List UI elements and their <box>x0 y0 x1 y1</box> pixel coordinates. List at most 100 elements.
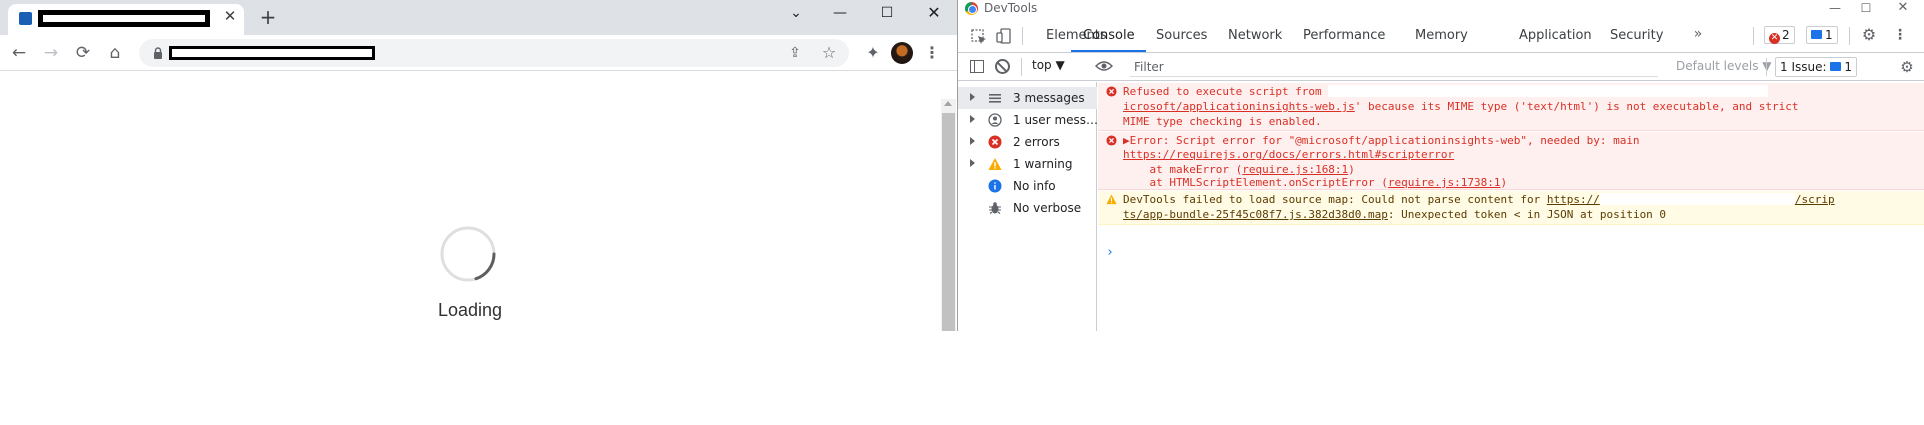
favicon-icon <box>19 12 32 25</box>
tab-title-redacted <box>38 10 210 27</box>
expand-caret-icon[interactable] <box>970 137 975 145</box>
info-icon <box>988 179 1002 193</box>
issue-icon <box>1830 62 1842 71</box>
tab-memory[interactable]: Memory <box>1415 28 1468 43</box>
sidebar-item-info[interactable]: No info <box>958 175 1097 197</box>
chrome-menu-icon[interactable]: ⋮ <box>924 41 940 65</box>
console-error-message[interactable]: ▶Error: Script error for "@microsoft/app… <box>1098 132 1924 190</box>
sidebar-item-errors[interactable]: 2 errors <box>958 131 1097 153</box>
message-count: 1 <box>1825 28 1833 42</box>
live-expression-eye-icon[interactable] <box>1095 60 1113 72</box>
toolbar-divider <box>1022 27 1023 45</box>
devtools-menu-icon[interactable]: ⋮ <box>1893 26 1907 44</box>
message-line: ▶Error: Script error for "@microsoft/app… <box>1123 134 1640 147</box>
sidebar-item-warnings[interactable]: 1 warning <box>958 153 1097 175</box>
back-arrow-icon[interactable]: ← <box>7 41 31 65</box>
page-scrollbar[interactable] <box>941 99 956 331</box>
tab-search-icon[interactable]: ⌄ <box>776 0 816 30</box>
lock-icon[interactable] <box>151 46 165 60</box>
browser-window: ✕ + ⌄ — ☐ ✕ ← → ⟳ ⌂ ⇪ ☆ ✦ ⋮ Loading <box>0 0 957 331</box>
new-tab-button[interactable]: + <box>256 6 280 30</box>
url-redacted <box>169 46 375 60</box>
page-viewport: Loading <box>0 71 957 331</box>
stack-frame: at makeError (require.js:168:1) <box>1123 163 1354 176</box>
sidebar-toggle-icon[interactable] <box>970 60 984 73</box>
context-selector[interactable]: top ▼ <box>1032 58 1065 72</box>
chrome-logo-icon <box>965 2 978 15</box>
error-count-badge[interactable]: ✕ 2 <box>1764 26 1795 44</box>
inspect-element-icon[interactable] <box>971 29 987 45</box>
close-window-button[interactable]: ✕ <box>914 0 954 30</box>
tab-network[interactable]: Network <box>1228 28 1282 43</box>
message-text: at HTMLScriptElement.onScriptError ( <box>1123 176 1388 189</box>
expand-caret-icon[interactable] <box>970 159 975 167</box>
loading-spinner-icon <box>440 226 496 282</box>
clear-console-icon[interactable] <box>995 59 1010 74</box>
console-messages: Refused to execute script from icrosoft/… <box>1098 82 1924 331</box>
sidebar-item-verbose[interactable]: No verbose <box>958 197 1097 219</box>
address-bar[interactable]: ⇪ ☆ <box>139 39 849 67</box>
toolbar-divider <box>1849 27 1850 45</box>
tab-console[interactable]: Console <box>1083 28 1135 43</box>
filter-input[interactable] <box>1130 57 1658 77</box>
reload-icon[interactable]: ⟳ <box>71 41 95 65</box>
message-text: ) <box>1500 176 1508 189</box>
devtools-maximize-button[interactable]: ☐ <box>1851 0 1881 18</box>
bug-icon <box>989 202 1001 214</box>
sidebar-item-user-messages[interactable]: 1 user mess… <box>958 109 1097 131</box>
message-count-badge[interactable]: 1 <box>1806 26 1838 44</box>
profile-avatar[interactable] <box>891 42 913 64</box>
scroll-up-arrow-icon[interactable] <box>944 101 952 106</box>
tab-sources[interactable]: Sources <box>1156 28 1207 43</box>
sidebar-item-messages[interactable]: 3 messages <box>958 87 1097 109</box>
warning-icon <box>988 158 1002 170</box>
console-warning-message[interactable]: DevTools failed to load source map: Coul… <box>1098 191 1924 225</box>
share-icon[interactable]: ⇪ <box>787 45 803 61</box>
browser-tab[interactable]: ✕ <box>8 4 244 35</box>
tab-performance[interactable]: Performance <box>1303 28 1385 43</box>
home-icon[interactable]: ⌂ <box>103 41 127 65</box>
console-error-message[interactable]: Refused to execute script from icrosoft/… <box>1098 83 1924 131</box>
docs-link[interactable]: https://requirejs.org/docs/errors.html#s… <box>1123 148 1454 161</box>
sidebar-item-label: 1 user mess… <box>1013 113 1097 127</box>
tab-application[interactable]: Application <box>1519 28 1592 43</box>
tab-strip: ✕ + ⌄ — ☐ ✕ <box>0 0 957 35</box>
sidebar-item-label: 2 errors <box>1013 135 1060 149</box>
more-tabs-chevron-icon[interactable]: » <box>1689 24 1707 44</box>
source-link[interactable]: require.js:168:1 <box>1242 163 1348 176</box>
devtools-close-button[interactable]: ✕ <box>1888 0 1918 18</box>
forward-arrow-icon[interactable]: → <box>39 41 63 65</box>
console-prompt[interactable]: › <box>1106 245 1114 260</box>
bookmark-star-icon[interactable]: ☆ <box>820 44 838 62</box>
source-link[interactable]: require.js:1738:1 <box>1388 176 1501 189</box>
script-url-link[interactable]: icrosoft/applicationinsights-web.js <box>1123 100 1355 113</box>
error-icon <box>1106 86 1117 97</box>
message-text: ' because its MIME type ('text/html') is… <box>1354 100 1799 113</box>
source-map-link[interactable]: https:// <box>1547 193 1600 206</box>
issues-badge[interactable]: 1 Issue: 1 <box>1775 57 1857 77</box>
tab-security[interactable]: Security <box>1610 28 1663 43</box>
settings-gear-icon[interactable]: ⚙ <box>1860 26 1878 44</box>
tab-close-icon[interactable]: ✕ <box>222 8 238 24</box>
toolbar-divider <box>1766 58 1767 76</box>
devtools-tab-bar: Elements Console Sources Network Perform… <box>958 18 1924 53</box>
devtools-minimize-button[interactable]: — <box>1820 0 1850 18</box>
message-text: ▶Error: Script error for "@microsoft/app… <box>1123 134 1640 147</box>
list-icon <box>989 94 1001 103</box>
devtools-titlebar: DevTools — ☐ ✕ <box>958 0 1924 18</box>
maximize-button[interactable]: ☐ <box>867 0 907 30</box>
user-icon <box>988 113 1002 127</box>
scrollbar-thumb[interactable] <box>942 113 955 331</box>
source-map-link[interactable]: /scrip <box>1795 193 1835 206</box>
redacted-url <box>1599 193 1795 205</box>
expand-caret-icon[interactable] <box>970 93 975 101</box>
console-settings-gear-icon[interactable]: ⚙ <box>1898 58 1916 76</box>
devtools-url-redacted <box>1038 0 1218 18</box>
source-map-link[interactable]: ts/app-bundle-25f45c08f7.js.382d38d0.map <box>1123 208 1388 221</box>
expand-caret-icon[interactable] <box>970 115 975 123</box>
log-levels-dropdown[interactable]: Default levels ▼ <box>1676 59 1772 73</box>
minimize-button[interactable]: — <box>820 0 860 30</box>
stack-frame: at HTMLScriptElement.onScriptError (requ… <box>1123 176 1507 189</box>
device-toolbar-icon[interactable] <box>996 28 1012 44</box>
extensions-puzzle-icon[interactable]: ✦ <box>861 41 885 65</box>
